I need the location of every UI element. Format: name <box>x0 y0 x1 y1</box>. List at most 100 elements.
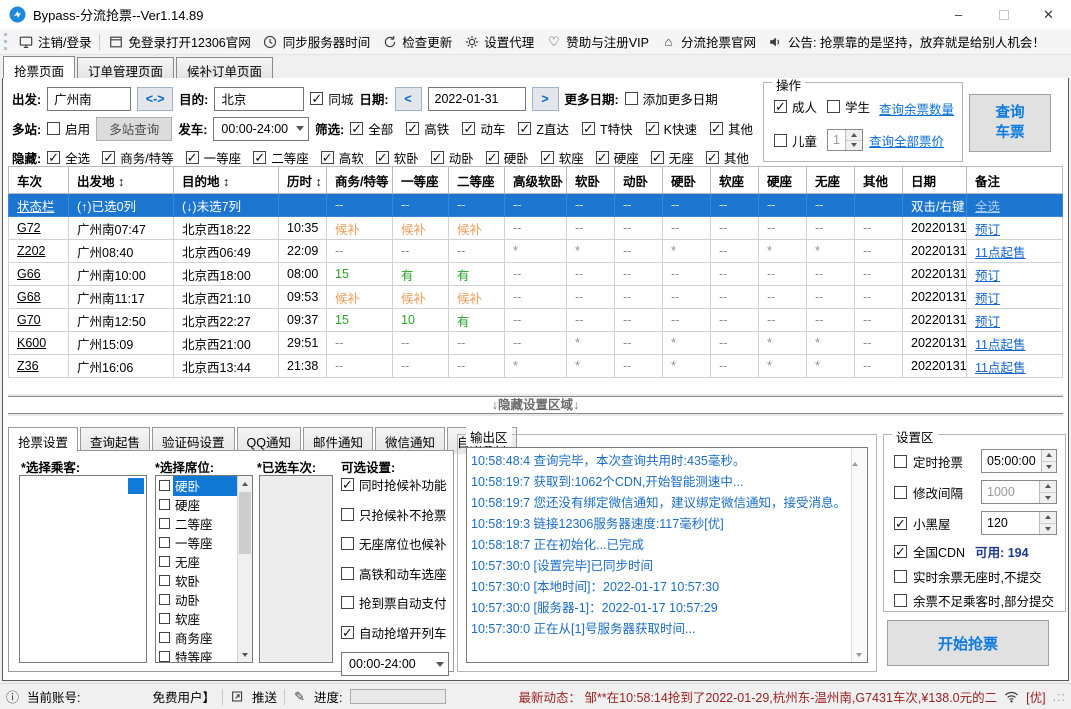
book-link[interactable]: 预订 <box>975 292 1000 306</box>
column-header[interactable]: 二等座 <box>448 166 505 194</box>
column-header[interactable]: 硬座 <box>758 166 807 194</box>
output-scrollbar[interactable] <box>851 448 867 662</box>
train-number-link[interactable]: Z202 <box>17 244 46 258</box>
menu-item-3[interactable]: 检查更新 <box>376 30 458 54</box>
seat-list-scrollbar[interactable] <box>237 476 252 662</box>
depart-time-select[interactable]: 00:00-24:00 <box>213 116 310 141</box>
setting-stepper[interactable]: 1000 <box>981 480 1057 504</box>
book-link[interactable]: 预订 <box>975 269 1000 283</box>
train-number-link[interactable]: G72 <box>17 221 41 235</box>
column-header[interactable]: 目的地 ↕ <box>173 166 279 194</box>
table-row[interactable]: Z202 广州08:40 北京西06:49 22:09 -- -- -- * * -- * -- * * -… <box>8 239 1063 263</box>
seat-option[interactable]: 软座 <box>156 609 237 628</box>
menu-item-1[interactable]: 免登录打开12306官网 <box>102 30 256 54</box>
stepper-up-icon[interactable] <box>1040 481 1056 493</box>
query-price-link[interactable]: 查询全部票价 <box>869 131 944 150</box>
scroll-up-icon[interactable] <box>852 448 858 466</box>
seat-option[interactable]: 特等座 <box>156 647 237 662</box>
book-link[interactable]: 预订 <box>975 223 1000 237</box>
book-link[interactable]: 11点起售 <box>975 361 1025 375</box>
option-checkbox[interactable]: 同时抢候补功能 <box>341 475 447 494</box>
option-checkbox[interactable]: 自动抢增开列车 <box>341 623 447 642</box>
prev-date-button[interactable]: < <box>394 86 422 111</box>
book-link[interactable]: 11点起售 <box>975 246 1025 260</box>
stepper-up-icon[interactable] <box>1040 512 1056 524</box>
hide-seat-checkbox[interactable]: 软卧 <box>375 148 419 167</box>
option-checkbox[interactable]: 抢到票自动支付 <box>341 593 447 612</box>
column-header[interactable]: 历时 ↕ <box>278 166 327 194</box>
seat-option[interactable]: 动卧 <box>156 590 237 609</box>
setting-stepper[interactable]: 05:00:00 <box>981 449 1057 473</box>
column-header[interactable]: 商务/特等 <box>326 166 393 194</box>
hide-seat-checkbox[interactable]: 其他 <box>705 148 749 167</box>
adult-checkbox[interactable]: 成人 <box>774 97 817 116</box>
seat-option[interactable]: 硬座 <box>156 495 237 514</box>
stepper-up-icon[interactable] <box>1041 450 1056 462</box>
column-header[interactable]: 无座 <box>806 166 855 194</box>
tab-候补订单页面[interactable]: 候补订单页面 <box>176 57 274 79</box>
swap-stations-button[interactable]: <-> <box>137 86 174 111</box>
scroll-down-icon[interactable] <box>856 653 862 657</box>
column-header[interactable]: 日期 <box>902 166 967 194</box>
train-number-link[interactable]: G68 <box>17 290 41 304</box>
scroll-down-icon[interactable] <box>238 647 252 662</box>
hide-seat-checkbox[interactable]: 软座 <box>540 148 584 167</box>
next-date-button[interactable]: > <box>531 86 559 111</box>
push-label[interactable]: 推送 <box>252 687 277 706</box>
hide-seat-checkbox[interactable]: 无座 <box>650 148 694 167</box>
scrollbar-thumb[interactable] <box>239 492 251 554</box>
table-row[interactable]: Z36 广州16:06 北京西13:44 21:38 -- -- -- * * -- * -- * * --… <box>8 354 1063 378</box>
setting-checkbox[interactable]: 修改间隔 <box>894 483 963 502</box>
hide-seat-checkbox[interactable]: 硬座 <box>595 148 639 167</box>
option-checkbox[interactable]: 只抢候补不抢票 <box>341 505 447 524</box>
status-bar-link[interactable]: 状态栏 <box>17 200 55 214</box>
tab-抢票设置[interactable]: 抢票设置 <box>8 427 79 451</box>
filter-checkbox[interactable]: 动车 <box>462 119 505 138</box>
seat-option[interactable]: 硬卧 <box>156 476 237 496</box>
option-checkbox[interactable]: 无座席位也候补 <box>341 534 447 553</box>
filter-checkbox[interactable]: Z直达 <box>518 119 569 138</box>
passenger-listbox[interactable] <box>19 475 147 663</box>
setting-checkbox[interactable]: 余票不足乘客时,部分提交 <box>894 591 1054 610</box>
multi-station-query-button[interactable]: 多站查询 <box>96 116 173 141</box>
column-header[interactable]: 高级软卧 <box>504 166 567 194</box>
menu-item-0[interactable]: 注销/登录 <box>12 30 97 54</box>
maximize-button[interactable] <box>981 0 1026 29</box>
tab-订单管理页面[interactable]: 订单管理页面 <box>77 57 175 79</box>
column-header[interactable]: 出发地 ↕ <box>68 166 174 194</box>
column-header[interactable]: 一等座 <box>392 166 449 194</box>
output-log[interactable]: 10:58:48:4 查询完毕，本次查询共用时:435毫秒。 10:58:19:7… <box>466 447 868 663</box>
menu-item-2[interactable]: 同步服务器时间 <box>257 30 377 54</box>
child-count-stepper[interactable]: 1 <box>827 129 863 151</box>
hide-seat-checkbox[interactable]: 动卧 <box>430 148 474 167</box>
stepper-arrows[interactable] <box>1039 481 1056 503</box>
setting-checkbox[interactable]: 定时抢票 <box>894 452 963 471</box>
selected-trains-listbox[interactable] <box>259 475 333 663</box>
seat-option[interactable]: 软卧 <box>156 571 237 590</box>
table-row[interactable]: G66 广州南10:00 北京西18:00 08:00 15 有有 -- -- -- -- -- --… <box>8 262 1063 286</box>
table-row[interactable]: K600 广州15:09 北京西21:00 29:51 -- -- -- -- * -- * -- * *… <box>8 331 1063 355</box>
query-remaining-link[interactable]: 查询余票数量 <box>879 99 954 118</box>
close-button[interactable]: ✕ <box>1026 0 1071 29</box>
table-row[interactable]: G70 广州南12:50 北京西22:27 09:37 15 10 有 -- -- -- -- -- -… <box>8 308 1063 332</box>
column-header[interactable]: 硬卧 <box>662 166 711 194</box>
seat-option[interactable]: 二等座 <box>156 514 237 533</box>
stepper-down-icon[interactable] <box>1040 523 1056 534</box>
menu-item-4[interactable]: 设置代理 <box>458 30 540 54</box>
stepper-down-icon[interactable] <box>1040 492 1056 503</box>
column-header[interactable]: 软卧 <box>566 166 615 194</box>
seat-option[interactable]: 无座 <box>156 552 237 571</box>
multi-station-enable-checkbox[interactable]: 启用 <box>47 119 90 138</box>
filter-checkbox[interactable]: T特快 <box>581 119 633 138</box>
table-row[interactable]: G68 广州南11:17 北京西21:10 09:53 候补 候补 候补 -- -- -- -- --… <box>8 285 1063 309</box>
child-checkbox[interactable]: 儿童 <box>774 131 817 150</box>
query-tickets-button[interactable]: 查询 车票 <box>969 94 1051 152</box>
stepper-arrows[interactable] <box>1039 512 1056 534</box>
date-input[interactable]: 2022-01-31 <box>427 86 526 111</box>
book-link[interactable]: 预订 <box>975 315 1000 329</box>
hide-seat-checkbox[interactable]: 高软 <box>320 148 364 167</box>
filter-checkbox[interactable]: 高铁 <box>406 119 449 138</box>
stepper-arrows[interactable] <box>1040 450 1056 472</box>
start-grabbing-button[interactable]: 开始抢票 <box>887 620 1049 666</box>
filter-checkbox[interactable]: 全部 <box>350 119 393 138</box>
